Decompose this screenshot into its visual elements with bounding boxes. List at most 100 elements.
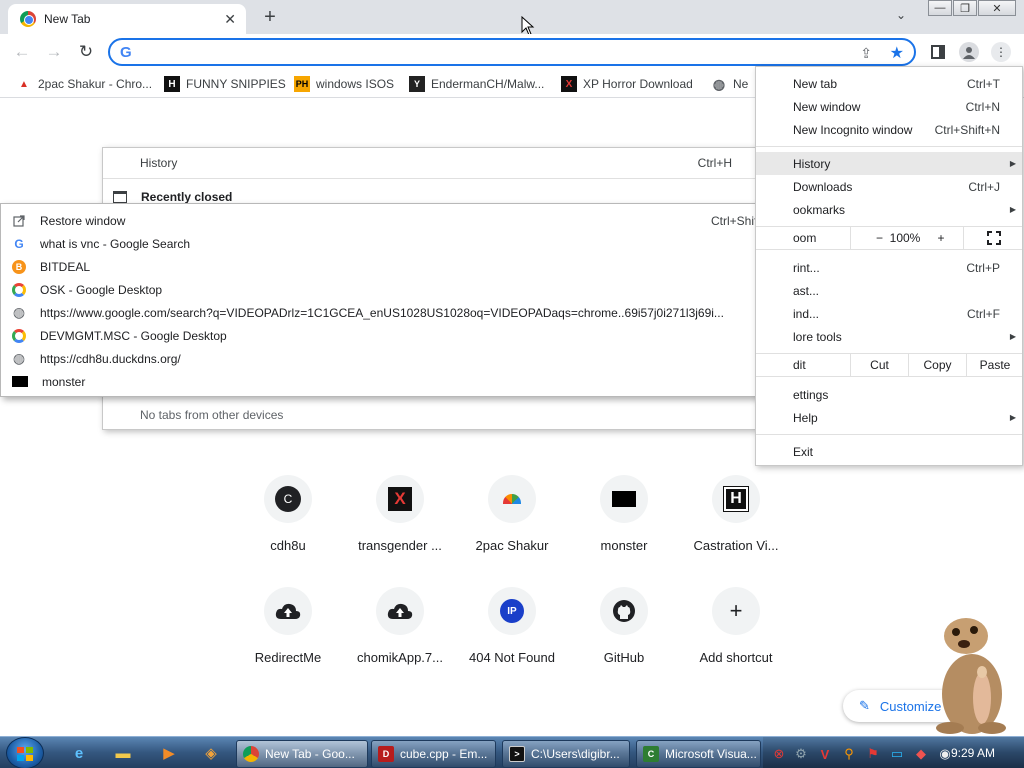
tray-tools-icon[interactable]: ⚙ (793, 746, 809, 762)
shortcut-tile[interactable]: GitHub (574, 587, 674, 665)
start-button[interactable] (6, 737, 44, 768)
restore-window-item[interactable]: Restore window Ctrl+Shift+T (1, 209, 787, 232)
bookmark-funny-snippies[interactable]: H FUNNY SNIPPIES (164, 76, 286, 92)
h-logo-icon: H (164, 76, 180, 92)
bookmark-xp-horror[interactable]: X XP Horror Download (561, 76, 693, 92)
bookmark-star-icon[interactable]: ★ (890, 43, 904, 63)
tray-v-icon[interactable]: V (817, 746, 833, 762)
menu-label: ind... (793, 306, 820, 321)
windows-taskbar: e ▬ ▶ ◈ New Tab - Goo... D cube.cpp - Em… (0, 736, 1024, 768)
shortcut-tile[interactable]: H Castration Vi... (686, 475, 786, 553)
menu-exit[interactable]: Exit (756, 440, 1022, 463)
minimize-button[interactable]: — (928, 0, 952, 16)
recent-item[interactable]: OSK - Google Desktop (1, 278, 787, 301)
bookmark-windows-isos[interactable]: PH windows ISOS (294, 76, 394, 92)
recent-item[interactable]: monster (1, 370, 787, 393)
profile-avatar-icon[interactable] (959, 42, 979, 62)
menu-new-incognito[interactable]: New Incognito window Ctrl+Shift+N (756, 118, 1022, 141)
back-arrow-icon[interactable]: ← (10, 40, 34, 64)
add-shortcut-button[interactable]: + Add shortcut (686, 587, 786, 665)
shortcut-tile[interactable]: 2pac Shakur (462, 475, 562, 553)
taskbar-button-cmd[interactable]: > C:\Users\digibr... (502, 740, 630, 768)
menu-new-tab[interactable]: New tab Ctrl+T (756, 72, 1022, 95)
google-desktop-icon (12, 328, 26, 343)
cloud-upload-icon (387, 603, 413, 619)
reload-icon[interactable]: ↻ (74, 40, 98, 64)
submenu-arrow-icon: ▶ (1009, 332, 1016, 341)
shortcut-label: RedirectMe (254, 650, 322, 665)
close-tab-icon[interactable]: ✕ (224, 11, 236, 28)
tray-magnifier-icon[interactable]: ⚲ (841, 746, 857, 762)
pencil-icon: ✎ (859, 698, 870, 713)
bookmark-label: 2pac Shakur - Chro... (38, 77, 153, 91)
recent-item[interactable]: G what is vnc - Google Search (1, 232, 787, 255)
tab-new-tab[interactable]: New Tab ✕ (8, 4, 246, 34)
fullscreen-button[interactable] (963, 226, 1023, 249)
menu-more-tools[interactable]: lore tools ▶ (756, 325, 1022, 348)
paste-button[interactable]: Paste (966, 353, 1023, 376)
shortcut-label: transgender ... (358, 538, 442, 553)
shortcut-tile[interactable]: monster (574, 475, 674, 553)
tray-app-icon[interactable]: ⊗ (771, 746, 787, 762)
recent-item[interactable]: B BITDEAL (1, 255, 787, 278)
restore-button[interactable]: ❐ (953, 0, 977, 16)
close-window-button[interactable]: ✕ (978, 0, 1016, 16)
app-launcher-icon[interactable]: ◈ (200, 742, 222, 764)
x-logo-icon: X (561, 76, 577, 92)
taskbar-button-emacs[interactable]: D cube.cpp - Em... (371, 740, 496, 768)
recently-closed-label: Recently closed (141, 190, 233, 204)
recent-item[interactable]: DEVMGMT.MSC - Google Desktop (1, 324, 787, 347)
shortcut-tile[interactable]: RedirectMe (238, 587, 338, 665)
side-panel-icon[interactable] (928, 42, 948, 62)
recent-item-label: DEVMGMT.MSC - Google Desktop (40, 328, 227, 343)
omnibox[interactable]: G ⇪ ★ (108, 38, 916, 66)
shortcut-favicon (488, 475, 536, 523)
menu-bookmarks[interactable]: ookmarks ▶ (756, 198, 1022, 221)
media-player-icon[interactable]: ▶ (158, 742, 180, 764)
history-item[interactable]: History Ctrl+H (103, 151, 756, 175)
menu-label: rint... (793, 260, 820, 275)
menu-downloads[interactable]: Downloads Ctrl+J (756, 175, 1022, 198)
zoom-in-button[interactable]: + (916, 226, 966, 249)
folder-icon[interactable]: ▬ (112, 742, 134, 764)
taskbar-clock[interactable]: 9:29 AM (951, 746, 995, 760)
cut-button[interactable]: Cut (850, 353, 908, 376)
tab-search-chevron-icon[interactable]: ⌄ (896, 8, 906, 22)
tab-title: New Tab (44, 12, 91, 26)
tray-network-icon[interactable]: ▭ (889, 746, 905, 762)
shortcut-favicon (376, 587, 424, 635)
shortcut-tile[interactable]: X transgender ... (350, 475, 450, 553)
forward-arrow-icon[interactable]: → (42, 40, 66, 64)
shortcut-tile[interactable]: IP 404 Not Found (462, 587, 562, 665)
bookmark-2pac[interactable]: ▲ 2pac Shakur - Chro... (16, 76, 152, 92)
shortcut-tile[interactable]: chomikApp.7... (350, 587, 450, 665)
bookmark-endermanch[interactable]: Y EndermanCH/Malw... (409, 76, 544, 92)
menu-find[interactable]: ind... Ctrl+F (756, 302, 1022, 325)
share-icon[interactable]: ⇪ (860, 45, 872, 62)
copy-button[interactable]: Copy (908, 353, 966, 376)
tray-shield-icon[interactable]: ◆ (913, 746, 929, 762)
kebab-menu-icon[interactable]: ⋮ (991, 42, 1011, 62)
history-label: History (140, 156, 178, 170)
recent-item[interactable]: ◍ https://cdh8u.duckdns.org/ (1, 347, 787, 370)
bookmark-ne[interactable]: ◍ Ne (711, 76, 748, 92)
taskbar-button-chrome[interactable]: New Tab - Goo... (236, 740, 368, 768)
shortcut-label: monster (600, 538, 648, 553)
menu-print[interactable]: rint... Ctrl+P (756, 256, 1022, 279)
google-g-icon: G (14, 236, 24, 251)
taskbar-button-label: Microsoft Visua... (665, 747, 757, 761)
menu-cast[interactable]: ast... (756, 279, 1022, 302)
new-tab-button[interactable]: + (258, 6, 282, 30)
taskbar-button-visual-studio[interactable]: C Microsoft Visua... (636, 740, 761, 768)
recent-item[interactable]: ◍ https://www.google.com/search?q=VIDEOP… (1, 301, 787, 324)
address-input[interactable] (142, 42, 822, 62)
menu-new-window[interactable]: New window Ctrl+N (756, 95, 1022, 118)
shortcut-favicon: C (264, 475, 312, 523)
ie-icon[interactable]: e (68, 742, 90, 764)
cmd-icon: > (509, 746, 525, 762)
menu-settings[interactable]: ettings (756, 383, 1022, 406)
tray-flag-icon[interactable]: ⚑ (865, 746, 881, 762)
menu-history[interactable]: History ▶ (756, 152, 1022, 175)
shortcut-tile[interactable]: C cdh8u (238, 475, 338, 553)
menu-help[interactable]: Help ▶ (756, 406, 1022, 429)
